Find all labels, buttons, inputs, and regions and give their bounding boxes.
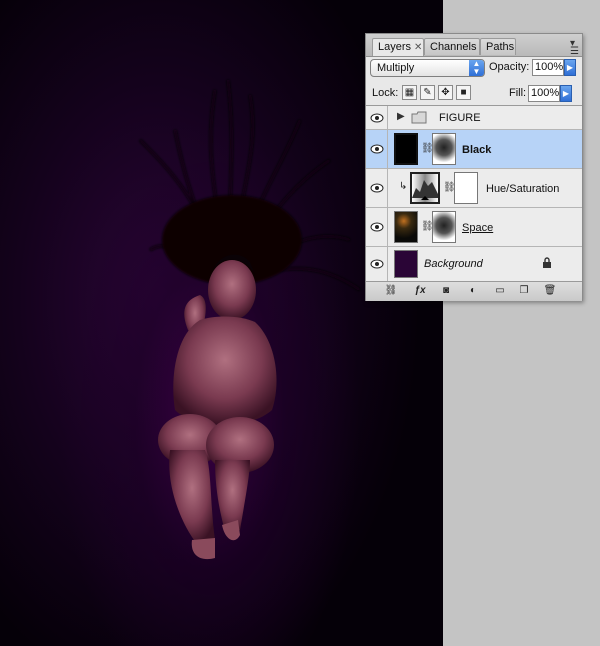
updown-arrow-icon: ▲ ▼	[469, 60, 484, 76]
tab-layers[interactable]: Layers ✕	[372, 38, 424, 56]
opacity-label: Opacity:	[489, 61, 530, 73]
eye-icon[interactable]	[366, 208, 388, 246]
close-icon[interactable]: ✕	[414, 42, 422, 53]
layer-mask-thumbnail[interactable]	[432, 133, 456, 165]
layer-name-hue-saturation: Hue/Saturation	[486, 183, 560, 195]
trash-icon[interactable]: 🗑	[542, 284, 558, 298]
clipping-arrow-icon: ↳	[399, 181, 408, 192]
layer-effects-icon[interactable]: ƒx	[410, 284, 430, 298]
layer-thumbnail	[394, 133, 418, 165]
adjustment-layer-icon[interactable]: ◐	[464, 284, 482, 298]
adjustment-histogram-icon	[410, 172, 440, 204]
layer-name-space: Space	[462, 222, 494, 234]
layer-name-background: Background	[424, 258, 483, 270]
layer-name-black: Black	[462, 144, 492, 156]
eye-icon[interactable]	[366, 106, 388, 129]
tab-channels-label: Channels	[430, 41, 477, 53]
new-layer-icon[interactable]: ❐	[516, 284, 532, 298]
eye-icon[interactable]	[366, 130, 388, 168]
opacity-slider-arrow[interactable]: ▶	[564, 59, 576, 76]
lock-transparent-icon[interactable]: ▦	[402, 85, 417, 100]
tab-layers-label: Layers	[378, 41, 412, 53]
blend-mode-select[interactable]: Multiply ▲ ▼	[370, 59, 485, 77]
layer-row-hue-saturation[interactable]: ↳ ⛓ Hue/Saturation	[366, 169, 582, 208]
layer-thumbnail	[394, 211, 418, 243]
torso	[173, 316, 277, 425]
fill-label: Fill:	[509, 87, 527, 99]
layer-row-figure[interactable]: ▶ FIGURE	[366, 106, 582, 130]
layers-panel: Layers ✕ Channels Paths ▾ ☰ Multiply ▲ ▼ Op…	[365, 33, 583, 301]
blend-row: Multiply ▲ ▼ Opacity: 100% ▶	[370, 59, 578, 79]
head	[208, 260, 256, 320]
lock-label: Lock:	[372, 87, 399, 99]
layer-mask-thumbnail[interactable]	[454, 172, 478, 204]
fill-input[interactable]: 100%	[528, 85, 560, 102]
eye-icon[interactable]	[366, 169, 388, 207]
tab-channels[interactable]: Channels	[424, 38, 480, 55]
layer-row-space[interactable]: ⛓ Space	[366, 208, 582, 247]
layer-thumbnail	[394, 250, 418, 278]
layer-mask-thumbnail[interactable]	[432, 211, 456, 243]
tab-paths-label: Paths	[486, 41, 515, 53]
folder-icon	[411, 111, 427, 124]
layers-list: ▶ FIGURE ⛓ Black ↳ ⛓ Hue/Saturation ⛓ Sp…	[366, 105, 582, 281]
tab-paths[interactable]: Paths	[480, 38, 516, 55]
lock-icon	[543, 257, 551, 268]
expand-triangle-icon[interactable]: ▶	[397, 111, 405, 122]
layer-name-figure: FIGURE	[439, 112, 481, 124]
layer-row-background[interactable]: Background	[366, 247, 582, 281]
blend-mode-value: Multiply	[377, 62, 415, 74]
lock-position-icon[interactable]: ✥	[438, 85, 453, 100]
opacity-input[interactable]: 100%	[532, 59, 564, 76]
lock-pixels-icon[interactable]: ✎	[420, 85, 435, 100]
fill-slider-arrow[interactable]: ▶	[560, 85, 572, 102]
panel-menu-icon[interactable]: ▾ ☰	[570, 39, 579, 57]
eye-icon[interactable]	[366, 247, 388, 281]
add-mask-icon[interactable]: ◙	[438, 284, 454, 298]
panel-footer: ⛓ ƒx ◙ ◐ ▭ ❐ 🗑	[366, 281, 582, 301]
new-group-icon[interactable]: ▭	[492, 284, 508, 298]
link-layers-icon[interactable]: ⛓	[382, 284, 400, 298]
lock-all-icon[interactable]: ■	[456, 85, 471, 100]
panel-tab-bar: Layers ✕ Channels Paths ▾ ☰	[366, 34, 582, 57]
layer-row-black[interactable]: ⛓ Black	[366, 130, 582, 169]
